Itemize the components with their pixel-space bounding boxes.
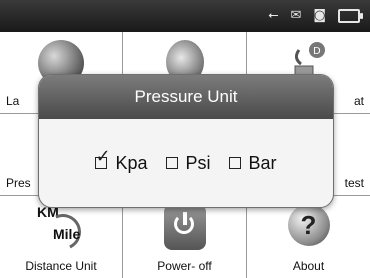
km-mile-icon: KM Mile <box>31 204 91 256</box>
menu-item-distance-unit[interactable]: KM Mile Distance Unit <box>0 196 123 278</box>
checkbox-psi[interactable] <box>165 157 178 169</box>
dialog-title: Pressure Unit <box>39 75 333 119</box>
menu-item-label: Power- off <box>157 259 212 273</box>
option-psi[interactable]: Psi <box>165 152 211 174</box>
pressure-unit-dialog: Pressure Unit Kpa Psi Bar <box>38 74 334 208</box>
menu-item-label: at <box>353 94 364 108</box>
menu-item-about[interactable]: ? About <box>247 196 370 278</box>
option-kpa[interactable]: Kpa <box>95 148 148 174</box>
menu-item-power-off[interactable]: Power- off <box>123 196 247 278</box>
menu-item-label: About <box>292 259 325 273</box>
option-label: Bar <box>248 152 277 173</box>
mail-icon: ✉ <box>290 8 302 23</box>
menu-item-label: Pres <box>6 176 31 190</box>
battery-icon <box>338 9 363 23</box>
option-bar[interactable]: Bar <box>228 152 277 174</box>
usb-icon: ⭠ <box>268 8 279 23</box>
dialog-options: Kpa Psi Bar <box>39 119 333 207</box>
question-icon: ? <box>287 204 330 246</box>
mile-text: Mile <box>53 226 81 242</box>
option-label: Kpa <box>115 152 148 173</box>
cassette-icon: ◙ <box>313 8 326 23</box>
menu-item-label: La <box>6 94 20 108</box>
power-icon <box>163 204 206 250</box>
checkbox-kpa[interactable] <box>95 148 111 169</box>
status-bar: ⭠ ✉ ◙ <box>0 0 370 32</box>
option-label: Psi <box>185 152 211 173</box>
menu-item-label: Distance Unit <box>25 259 97 273</box>
svg-text:D: D <box>313 46 321 57</box>
checkbox-bar[interactable] <box>228 157 241 169</box>
status-icons: ⭠ ✉ ◙ <box>268 8 363 24</box>
menu-item-label: test <box>344 176 364 190</box>
